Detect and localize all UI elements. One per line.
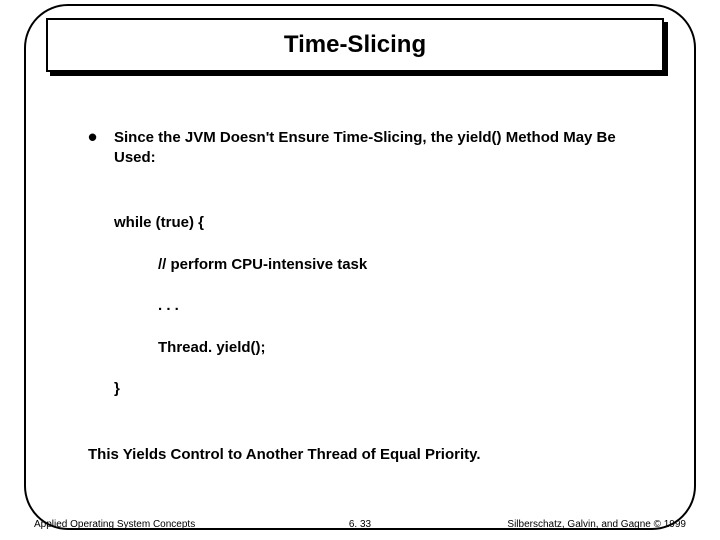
summary-text: This Yields Control to Another Thread of… xyxy=(88,445,658,465)
code-ellipsis: . . . xyxy=(88,296,658,316)
slide-title: Time-Slicing xyxy=(284,31,426,59)
bullet-dot-icon: • xyxy=(88,124,97,150)
title-box: Time-Slicing xyxy=(46,18,664,72)
code-while: while (true) { xyxy=(88,213,658,233)
footer-right: Silberschatz, Galvin, and Gagne © 1999 xyxy=(507,519,686,530)
content-area: • Since the JVM Doesn't Ensure Time-Slic… xyxy=(88,128,658,464)
code-block: while (true) { // perform CPU-intensive … xyxy=(88,213,658,399)
code-comment: // perform CPU-intensive task xyxy=(88,255,658,275)
code-yield: Thread. yield(); xyxy=(88,338,658,358)
code-close: } xyxy=(88,379,658,399)
slide: Time-Slicing • Since the JVM Doesn't Ens… xyxy=(0,0,720,540)
footer-center: 6. 33 xyxy=(349,519,371,530)
bullet-item: • Since the JVM Doesn't Ensure Time-Slic… xyxy=(88,128,658,167)
footer-left: Applied Operating System Concepts xyxy=(34,519,195,530)
bullet-text: Since the JVM Doesn't Ensure Time-Slicin… xyxy=(114,129,616,166)
